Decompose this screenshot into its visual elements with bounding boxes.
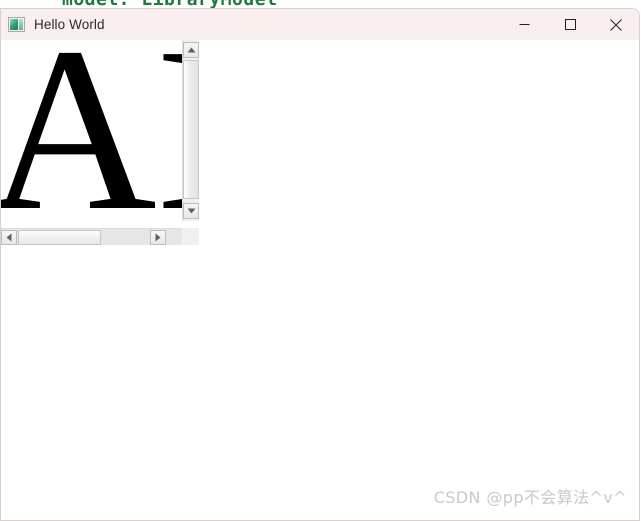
triangle-right-icon (155, 233, 161, 242)
triangle-up-icon (187, 47, 195, 53)
close-icon (610, 18, 622, 31)
horizontal-scrollbar[interactable] (1, 228, 182, 245)
scrollbar-corner (182, 228, 199, 245)
scroll-left-arrow-button[interactable] (1, 230, 17, 245)
maximize-button[interactable] (547, 9, 593, 40)
vertical-scroll-thumb[interactable] (183, 60, 199, 199)
qt-app-icon (8, 17, 25, 32)
graphics-scroll-area: AB (1, 40, 199, 245)
minimize-icon (519, 24, 529, 25)
qt-app-icon-bar (19, 19, 23, 30)
vertical-scrollbar[interactable] (182, 40, 199, 221)
triangle-down-icon (187, 208, 195, 214)
window-title-bar[interactable]: Hello World (1, 9, 639, 40)
window-controls (501, 9, 639, 40)
qt-app-icon-gradient (10, 19, 18, 30)
window-client-area: AB (1, 40, 639, 520)
csdn-watermark: CSDN @pp不会算法^v^ (433, 488, 627, 507)
scroll-area-content-text: AB (1, 40, 182, 221)
scroll-right-arrow-button[interactable] (150, 230, 166, 245)
scroll-area-viewport[interactable]: AB (1, 40, 182, 221)
maximize-icon (564, 19, 576, 30)
scroll-up-arrow-button[interactable] (183, 42, 199, 58)
window-title: Hello World (34, 16, 105, 32)
application-window: Hello World AB (0, 8, 640, 521)
horizontal-scroll-thumb[interactable] (18, 230, 101, 245)
close-button[interactable] (593, 9, 639, 40)
scroll-down-arrow-button[interactable] (183, 203, 199, 219)
minimize-button[interactable] (501, 9, 547, 40)
triangle-left-icon (6, 233, 12, 242)
